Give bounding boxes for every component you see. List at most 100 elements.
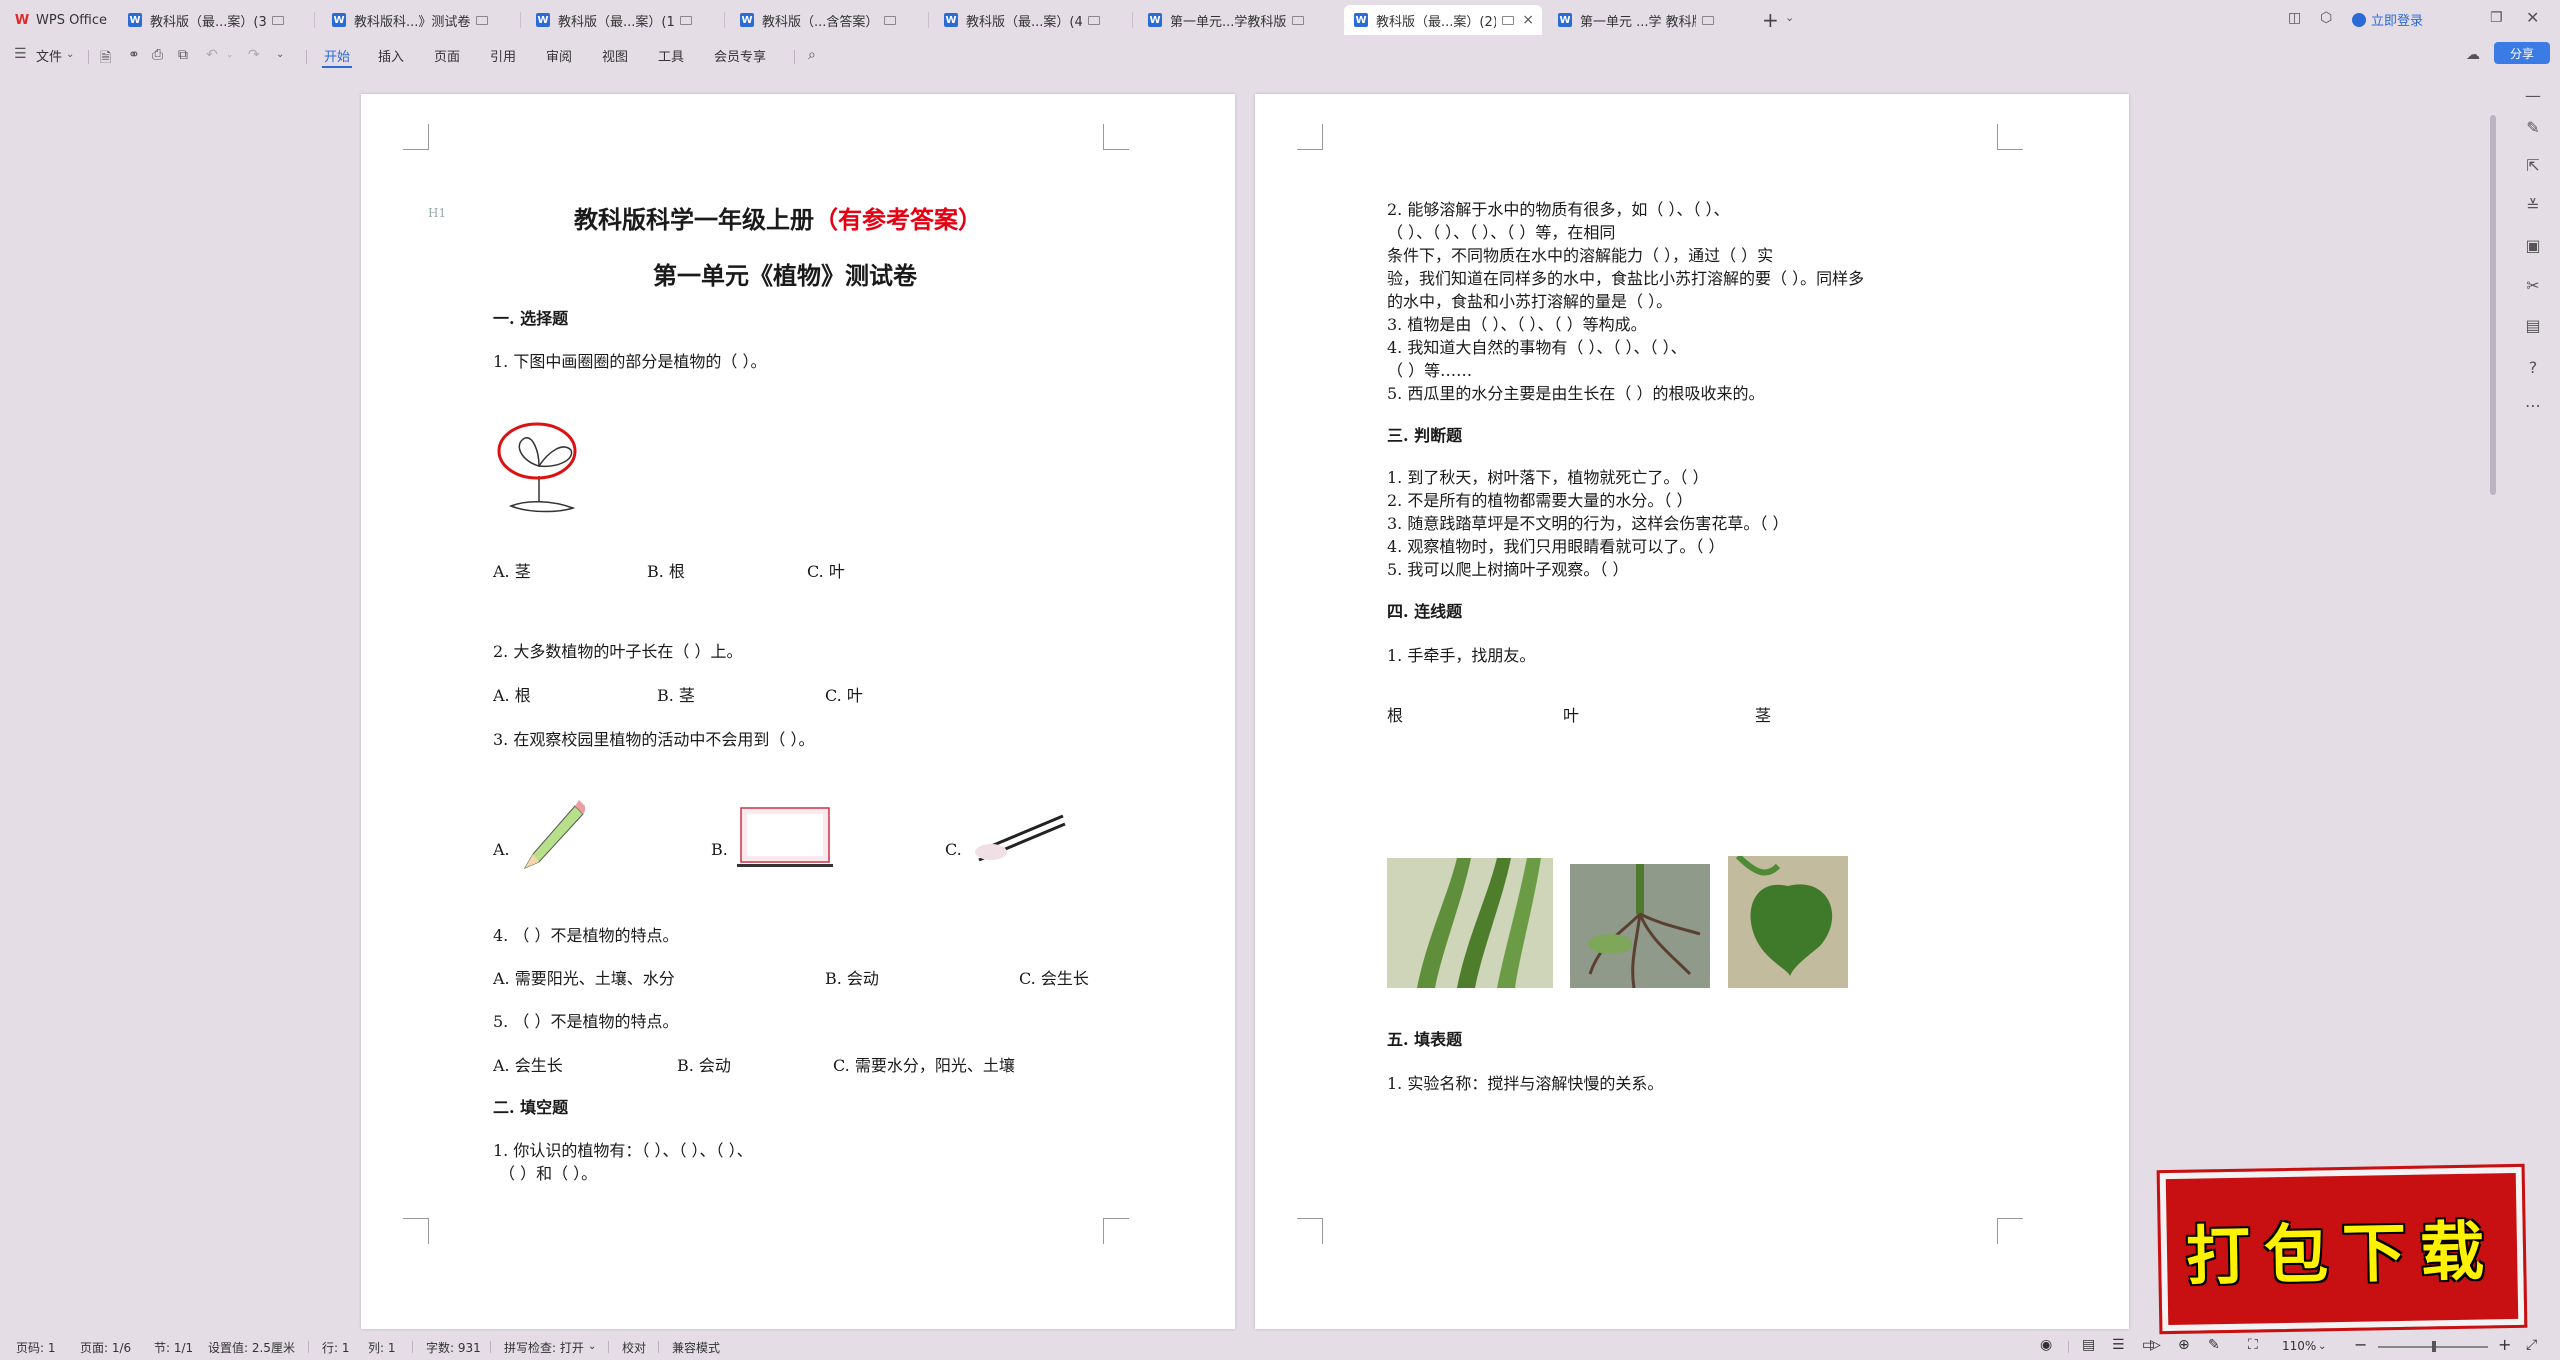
tab-home[interactable]: 开始 bbox=[324, 46, 350, 65]
section-heading: 五. 填表题 bbox=[1387, 1030, 1463, 1049]
status-setting[interactable]: 设置值: 2.5厘米 bbox=[208, 1339, 295, 1356]
option-a: A. 会生长 bbox=[493, 1056, 563, 1075]
share-button[interactable]: 分享 bbox=[2494, 42, 2550, 64]
tab-document[interactable]: W 第一单元 ...学 教科版 × bbox=[1548, 5, 1742, 35]
cube-icon[interactable]: ⬡ bbox=[2320, 10, 2332, 26]
zoom-slider-knob[interactable] bbox=[2432, 1341, 2436, 1352]
download-package-banner[interactable]: 打包下载 bbox=[2156, 1163, 2528, 1335]
chevron-down-icon[interactable]: ⌄ bbox=[276, 49, 284, 60]
tab-document-active[interactable]: W 教科版（最...案）(2) × bbox=[1344, 5, 1542, 35]
monitor-icon[interactable] bbox=[680, 15, 693, 25]
fill-blank-text: 3. 植物是由（ ）、（ ）、（ ）等构成。 bbox=[1387, 315, 1647, 334]
option-c: C. 会生长 bbox=[1019, 969, 1089, 988]
chevron-down-icon[interactable]: ⌄ bbox=[226, 50, 234, 60]
tools-icon[interactable]: ✂ bbox=[2523, 276, 2543, 295]
hamburger-menu-icon[interactable]: ☰ bbox=[14, 46, 27, 62]
status-compat-mode[interactable]: 兼容模式 bbox=[672, 1339, 720, 1356]
status-pages[interactable]: 页面: 1/6 bbox=[80, 1339, 131, 1356]
monitor-icon[interactable] bbox=[1502, 15, 1515, 25]
search-icon[interactable]: ⌕ bbox=[808, 47, 816, 63]
redo-icon[interactable]: ↷ bbox=[248, 47, 260, 63]
close-window-icon[interactable]: ✕ bbox=[2526, 8, 2539, 27]
option-a: A. 需要阳光、土壤、水分 bbox=[493, 969, 675, 988]
layout-icon[interactable]: ◫ bbox=[2288, 10, 2301, 26]
heading-marker-icon[interactable]: H1 bbox=[428, 206, 446, 220]
restore-window-icon[interactable]: ❐ bbox=[2490, 10, 2503, 26]
link-icon[interactable]: ⚭ bbox=[128, 47, 140, 63]
vertical-scrollbar[interactable] bbox=[2490, 115, 2496, 495]
play-icon[interactable]: ▷ bbox=[2150, 1337, 2161, 1353]
cloud-icon[interactable]: ☁ bbox=[2466, 47, 2480, 63]
status-bar: 页码: 1 页面: 1/6 节: 1/1 设置值: 2.5厘米 行: 1 列: … bbox=[0, 1333, 2560, 1360]
tab-document[interactable]: W 教科版科...》测试卷 × bbox=[322, 5, 516, 35]
tab-document[interactable]: W 教科版（最...案）(3) × bbox=[118, 5, 312, 35]
chevron-down-icon[interactable]: ⌄ bbox=[1785, 11, 1794, 24]
tab-view[interactable]: 视图 bbox=[602, 46, 628, 65]
file-menu[interactable]: 文件 bbox=[36, 46, 62, 65]
pen-icon[interactable]: ✎ bbox=[2208, 1337, 2220, 1353]
tab-member[interactable]: 会员专享 bbox=[714, 46, 766, 65]
help-icon[interactable]: ? bbox=[2523, 358, 2543, 377]
tab-document[interactable]: W 教科版（最...案）(4) × bbox=[934, 5, 1128, 35]
new-tab-icon[interactable]: + bbox=[1762, 8, 1779, 32]
edit-pen-icon[interactable]: ✎ bbox=[2523, 118, 2543, 137]
zoom-out-icon[interactable]: − bbox=[2354, 1335, 2367, 1354]
chevron-down-icon[interactable]: ⌄ bbox=[2318, 1341, 2326, 1352]
zoom-level[interactable]: 110% bbox=[2282, 1339, 2316, 1353]
web-view-icon[interactable]: ⊕ bbox=[2178, 1337, 2190, 1353]
word-doc-icon: W bbox=[332, 13, 346, 27]
notebook-image bbox=[737, 807, 833, 867]
monitor-icon[interactable] bbox=[1292, 15, 1305, 25]
save-icon[interactable]: 🗎 bbox=[100, 47, 111, 71]
status-proofread[interactable]: 校对 bbox=[622, 1339, 646, 1356]
login-button[interactable]: 立即登录 bbox=[2352, 10, 2423, 29]
chevron-down-icon[interactable]: ⌄ bbox=[588, 1341, 596, 1352]
tab-page[interactable]: 页面 bbox=[434, 46, 460, 65]
tab-references[interactable]: 引用 bbox=[490, 46, 516, 65]
close-tab-icon[interactable]: × bbox=[1522, 12, 1534, 28]
tab-tools[interactable]: 工具 bbox=[658, 46, 684, 65]
tab-insert[interactable]: 插入 bbox=[378, 46, 404, 65]
doc-title: 教科版科学一年级上册（有参考答案） bbox=[574, 200, 982, 235]
tab-document[interactable]: W 教科版（最...案）(1) × bbox=[526, 5, 720, 35]
page-view-icon[interactable]: ▤ bbox=[2082, 1337, 2095, 1353]
option-c: C. bbox=[945, 840, 962, 859]
tab-document[interactable]: W 教科版（...含答案） × bbox=[730, 5, 924, 35]
image-tool-icon[interactable]: ▣ bbox=[2523, 236, 2543, 255]
zoom-in-icon[interactable]: + bbox=[2498, 1335, 2511, 1354]
status-word-count[interactable]: 字数: 931 bbox=[426, 1339, 481, 1356]
question-text: 3. 在观察校园里植物的活动中不会用到（ ）。 bbox=[493, 730, 815, 749]
tab-wps-home[interactable]: W WPS Office bbox=[4, 5, 116, 35]
status-page[interactable]: 页码: 1 bbox=[16, 1339, 56, 1356]
monitor-icon[interactable] bbox=[1702, 15, 1715, 25]
monitor-icon[interactable] bbox=[884, 15, 897, 25]
outline-view-icon[interactable]: ☰ bbox=[2112, 1337, 2125, 1353]
status-col[interactable]: 列: 1 bbox=[368, 1339, 396, 1356]
select-cursor-icon[interactable]: ⇱ bbox=[2523, 156, 2543, 175]
undo-icon[interactable]: ↶ bbox=[206, 47, 218, 63]
book-icon[interactable]: ▤ bbox=[2523, 316, 2543, 335]
fullscreen-icon[interactable]: ⤢ bbox=[2526, 1337, 2537, 1353]
print-icon[interactable]: ⎙ bbox=[152, 47, 163, 63]
adjust-icon[interactable]: ≚ bbox=[2523, 196, 2543, 215]
fit-page-icon[interactable]: ⛶ bbox=[2248, 1337, 2258, 1353]
monitor-icon[interactable] bbox=[272, 15, 285, 25]
monitor-icon[interactable] bbox=[476, 15, 489, 25]
tab-document[interactable]: W 第一单元...学教科版 × bbox=[1138, 5, 1332, 35]
status-spellcheck[interactable]: 拼写检查: 打开 bbox=[504, 1339, 584, 1356]
root-photo bbox=[1570, 864, 1710, 988]
print-preview-icon[interactable]: ⧉ bbox=[178, 47, 188, 63]
judge-item: 1. 到了秋天，树叶落下，植物就死亡了。（ ） bbox=[1387, 468, 1709, 487]
status-section[interactable]: 节: 1/1 bbox=[154, 1339, 193, 1356]
leaf-photo bbox=[1728, 856, 1848, 988]
option-a: A. bbox=[493, 840, 510, 859]
tab-label: 教科版（...含答案） bbox=[762, 14, 879, 30]
eye-protect-icon[interactable]: ◉ bbox=[2040, 1337, 2052, 1353]
monitor-icon[interactable] bbox=[1088, 15, 1101, 25]
collapse-icon[interactable]: — bbox=[2523, 86, 2543, 105]
more-icon[interactable]: ⋯ bbox=[2523, 396, 2543, 415]
chevron-down-icon[interactable]: ⌄ bbox=[66, 49, 74, 60]
status-row[interactable]: 行: 1 bbox=[322, 1339, 350, 1356]
option-b: B. 根 bbox=[647, 562, 685, 581]
tab-review[interactable]: 审阅 bbox=[546, 46, 572, 65]
